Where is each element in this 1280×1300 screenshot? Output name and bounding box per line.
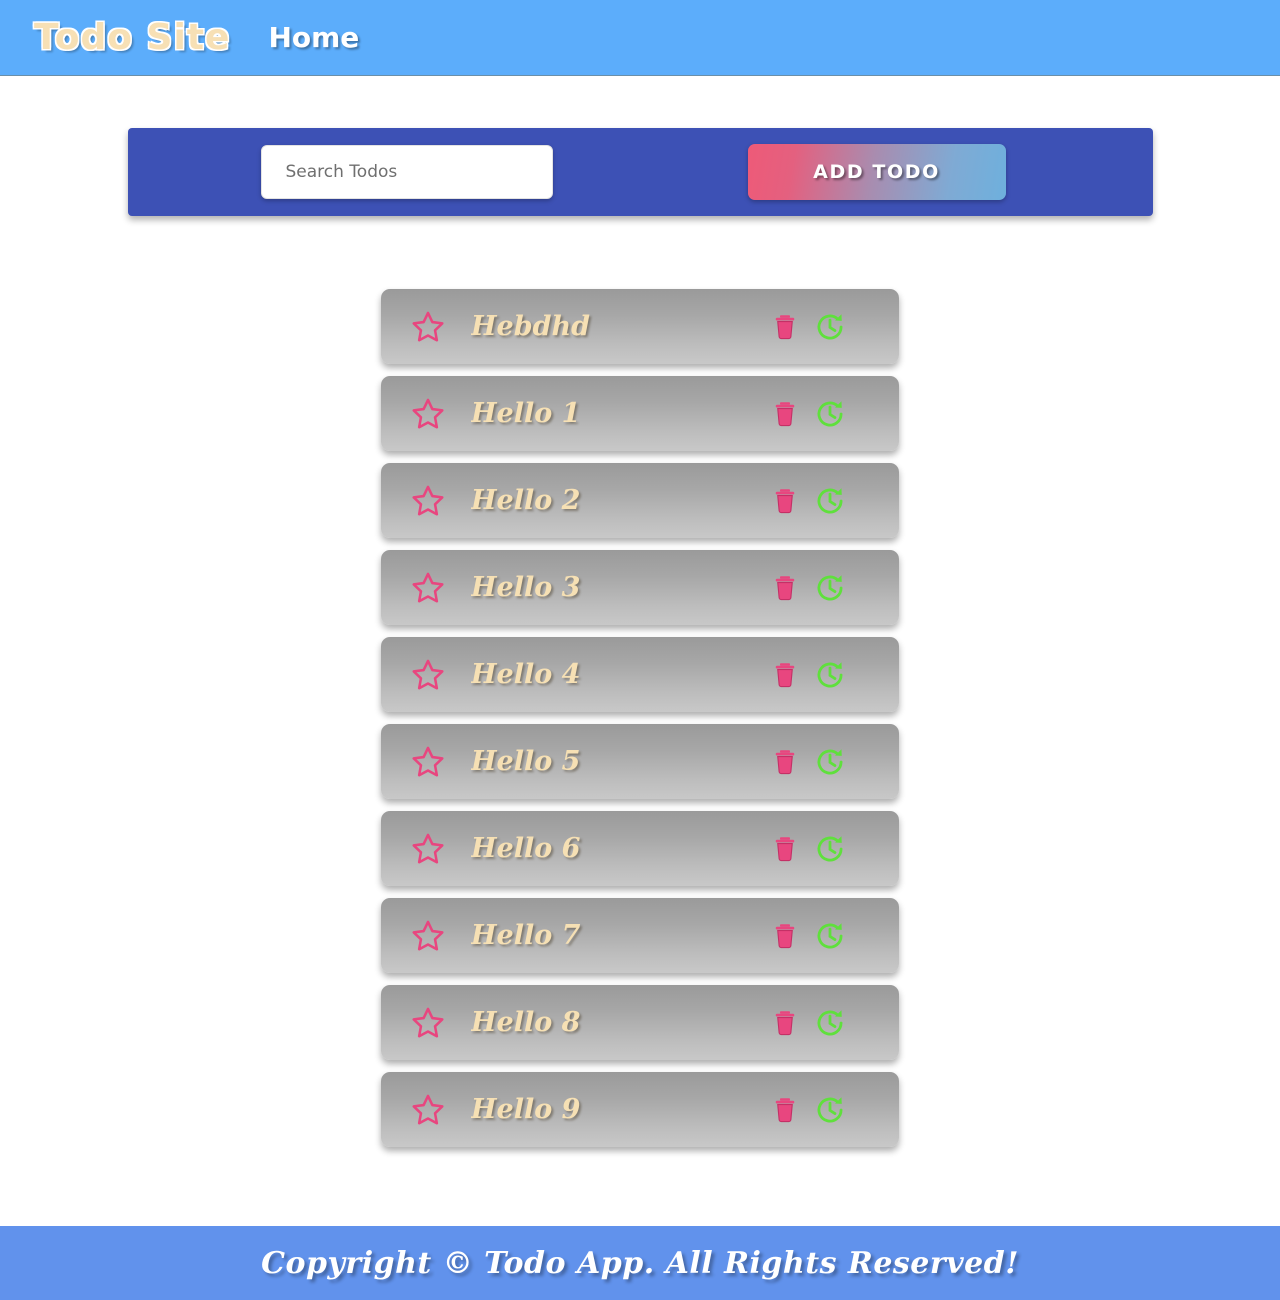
todo-title: Hello 1 xyxy=(471,398,581,429)
todo-title: Hebdhd xyxy=(471,311,590,342)
delete-todo-button[interactable] xyxy=(768,919,802,953)
todo-list: Hebdhd Hello 1 Hello 2 Hello 3 Hello 4 H… xyxy=(381,289,899,1147)
todo-item[interactable]: Hello 3 xyxy=(381,550,899,625)
star-icon[interactable] xyxy=(408,655,448,695)
todo-title: Hello 7 xyxy=(471,920,581,951)
todo-item[interactable]: Hello 7 xyxy=(381,898,899,973)
footer: Copyright © Todo App. All Rights Reserve… xyxy=(0,1226,1280,1300)
star-icon[interactable] xyxy=(408,742,448,782)
todo-actions xyxy=(768,310,847,344)
restore-todo-button[interactable] xyxy=(813,310,847,344)
todo-title: Hello 9 xyxy=(471,1094,581,1125)
todo-title: Hello 5 xyxy=(471,746,581,777)
star-icon[interactable] xyxy=(408,916,448,956)
restore-todo-button[interactable] xyxy=(813,658,847,692)
todo-title: Hello 2 xyxy=(471,485,581,516)
todo-title: Hello 6 xyxy=(471,833,581,864)
delete-todo-button[interactable] xyxy=(768,1006,802,1040)
search-input[interactable] xyxy=(260,145,553,199)
delete-todo-button[interactable] xyxy=(768,745,802,779)
delete-todo-button[interactable] xyxy=(768,658,802,692)
star-icon[interactable] xyxy=(408,394,448,434)
todo-actions xyxy=(768,745,847,779)
restore-todo-button[interactable] xyxy=(813,745,847,779)
restore-todo-button[interactable] xyxy=(813,397,847,431)
todo-item[interactable]: Hello 8 xyxy=(381,985,899,1060)
delete-todo-button[interactable] xyxy=(768,571,802,605)
star-icon[interactable] xyxy=(408,307,448,347)
todo-title: Hello 8 xyxy=(471,1007,581,1038)
todo-item[interactable]: Hello 5 xyxy=(381,724,899,799)
todo-title: Hello 3 xyxy=(471,572,581,603)
todo-item[interactable]: Hello 2 xyxy=(381,463,899,538)
toolbar: ADD TODO xyxy=(127,128,1153,216)
todo-actions xyxy=(768,571,847,605)
restore-todo-button[interactable] xyxy=(813,832,847,866)
todo-actions xyxy=(768,1093,847,1127)
todo-item[interactable]: Hello 4 xyxy=(381,637,899,712)
todo-actions xyxy=(768,832,847,866)
todo-actions xyxy=(768,658,847,692)
todo-actions xyxy=(768,1006,847,1040)
delete-todo-button[interactable] xyxy=(768,310,802,344)
toolbar-section: ADD TODO xyxy=(0,76,1280,216)
star-icon[interactable] xyxy=(408,1090,448,1130)
restore-todo-button[interactable] xyxy=(813,484,847,518)
footer-copyright: Copyright © Todo App. All Rights Reserve… xyxy=(261,1245,1019,1281)
star-icon[interactable] xyxy=(408,1003,448,1043)
restore-todo-button[interactable] xyxy=(813,571,847,605)
restore-todo-button[interactable] xyxy=(813,1006,847,1040)
restore-todo-button[interactable] xyxy=(813,919,847,953)
todo-item[interactable]: Hello 9 xyxy=(381,1072,899,1147)
todo-item[interactable]: Hebdhd xyxy=(381,289,899,364)
todo-actions xyxy=(768,919,847,953)
todo-item[interactable]: Hello 1 xyxy=(381,376,899,451)
todo-title: Hello 4 xyxy=(471,659,581,690)
add-todo-button[interactable]: ADD TODO xyxy=(747,144,1006,200)
star-icon[interactable] xyxy=(408,481,448,521)
restore-todo-button[interactable] xyxy=(813,1093,847,1127)
delete-todo-button[interactable] xyxy=(768,397,802,431)
nav-link-home[interactable]: Home xyxy=(268,21,359,54)
todo-list-area: Hebdhd Hello 1 Hello 2 Hello 3 Hello 4 H… xyxy=(0,216,1280,1226)
delete-todo-button[interactable] xyxy=(768,1093,802,1127)
todo-actions xyxy=(768,397,847,431)
app-root: Todo Site Home ADD TODO Hebdhd xyxy=(0,0,1280,1300)
delete-todo-button[interactable] xyxy=(768,484,802,518)
delete-todo-button[interactable] xyxy=(768,832,802,866)
star-icon[interactable] xyxy=(408,568,448,608)
todo-actions xyxy=(768,484,847,518)
navbar: Todo Site Home xyxy=(0,0,1280,76)
site-brand: Todo Site xyxy=(34,17,231,58)
star-icon[interactable] xyxy=(408,829,448,869)
todo-item[interactable]: Hello 6 xyxy=(381,811,899,886)
